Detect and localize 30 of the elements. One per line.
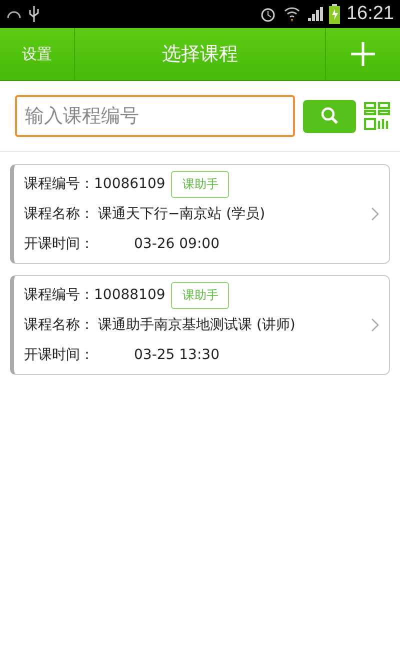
field-label: 开课时间： — [24, 235, 94, 253]
course-time: 03-26 09:00 — [134, 236, 220, 252]
chevron-icon — [371, 207, 379, 221]
field-label: 开课时间： — [24, 346, 94, 364]
course-card[interactable]: 课程编号：10088109 课助手 课程名称： 课通助手南京基地测试课 (讲师) 开课时间： 03-25 13:30 — [10, 275, 390, 375]
signal-icon — [307, 6, 324, 22]
usb-icon — [28, 5, 40, 23]
page-title: 选择课程 — [161, 42, 239, 67]
course-number: 10086109 — [94, 176, 166, 192]
course-name: 课通天下行−南京站 (学员) — [98, 205, 266, 223]
role-tag: 课助手 — [171, 282, 230, 308]
role-tag: 课助手 — [171, 170, 230, 198]
plus-icon — [350, 41, 376, 67]
chevron-icon — [371, 318, 379, 332]
course-time: 03-25 13:30 — [134, 347, 220, 363]
wifi-icon — [283, 5, 302, 23]
gauge-icon — [6, 9, 22, 19]
field-label: 课程编号： — [24, 286, 94, 304]
search-button[interactable] — [303, 100, 356, 132]
field-label: 课程名称： — [24, 316, 94, 334]
field-label: 课程名称： — [24, 205, 94, 223]
search-icon — [320, 106, 340, 126]
course-name: 课通助手南京基地测试课 (讲师) — [98, 316, 296, 334]
battery-icon — [329, 4, 340, 24]
qr-code-icon[interactable] — [364, 102, 390, 130]
clock: 16:21 — [346, 3, 394, 25]
field-label: 课程编号： — [24, 175, 94, 193]
course-number: 10088109 — [94, 287, 166, 303]
course-card[interactable]: 课程编号：10086109 课助手 课程名称： 课通天下行−南京站 (学员) 开课时间： 03-26 09:00 — [10, 164, 390, 264]
course-number-field[interactable]: 输入课程编号 — [15, 95, 295, 137]
